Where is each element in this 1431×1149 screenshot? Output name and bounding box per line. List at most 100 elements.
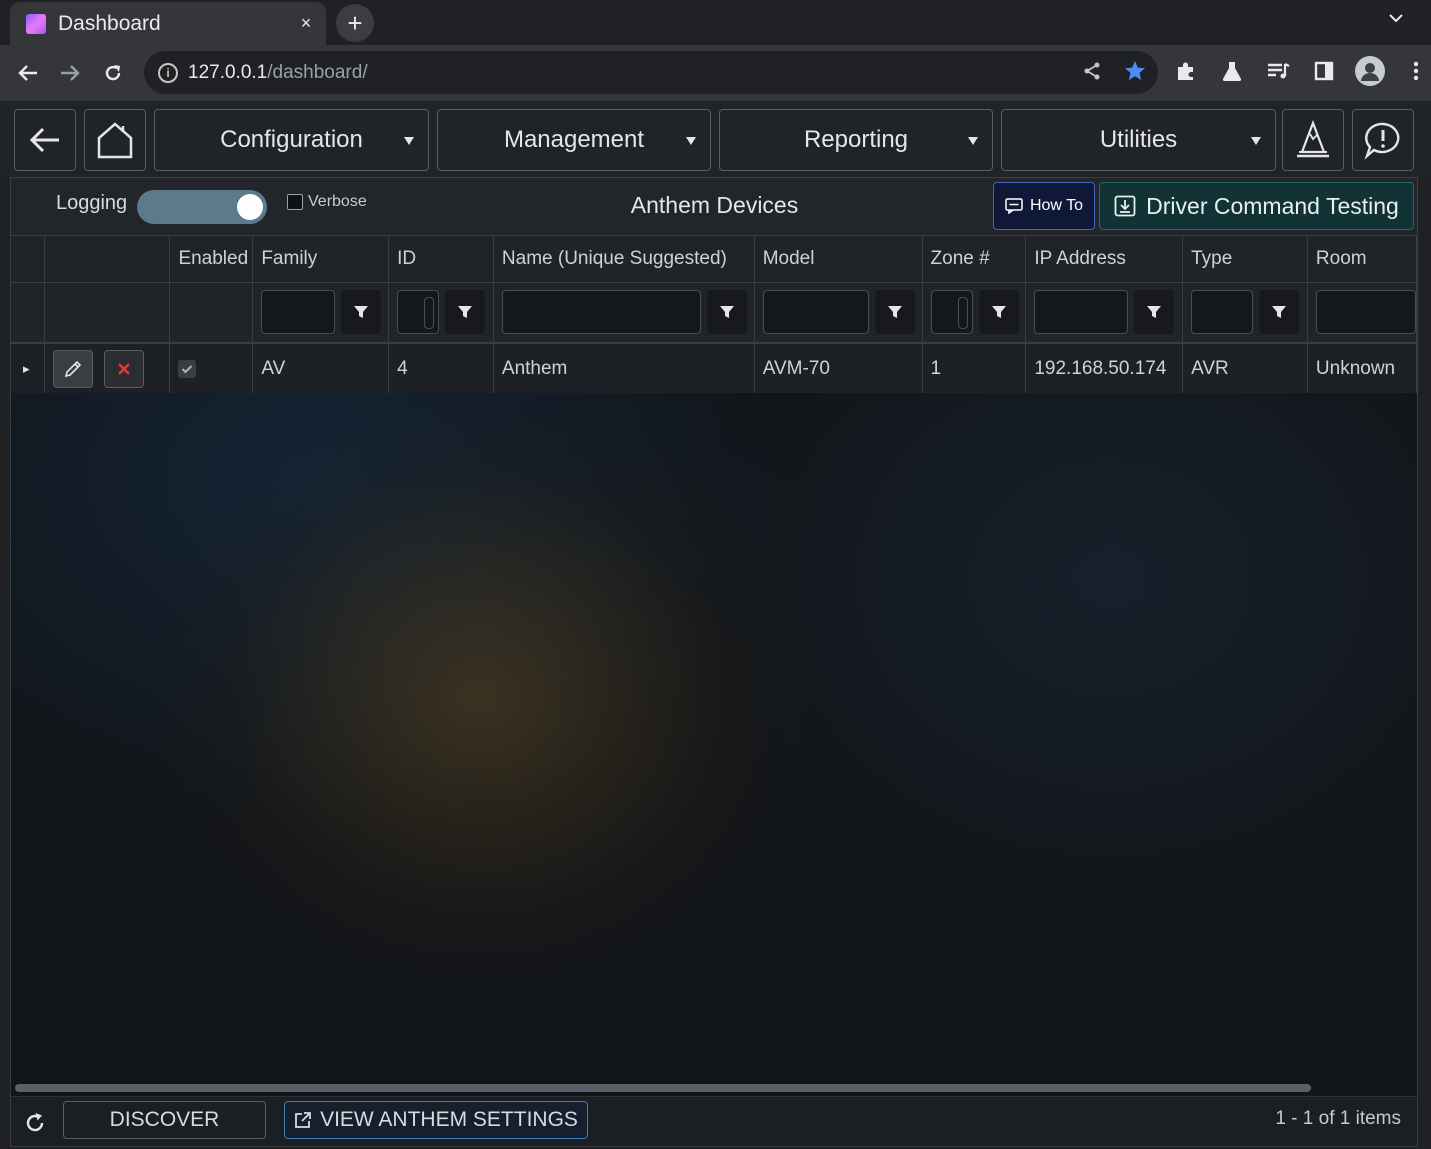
- view-anthem-settings-button[interactable]: VIEW ANTHEM SETTINGS: [284, 1101, 588, 1139]
- horizontal-scrollbar[interactable]: [15, 1084, 1311, 1092]
- col-header-actions: [44, 236, 171, 283]
- delete-row-button[interactable]: [104, 349, 145, 388]
- reload-icon[interactable]: [97, 57, 129, 89]
- refresh-icon: [26, 1113, 44, 1132]
- app-back-button[interactable]: [14, 109, 76, 171]
- chat-bubble-icon: [1005, 198, 1023, 214]
- menu-reporting[interactable]: Reporting: [719, 109, 993, 171]
- menu-configuration-label: Configuration: [220, 126, 363, 153]
- logging-switch[interactable]: [137, 190, 267, 224]
- funnel-icon: [458, 306, 473, 319]
- logging-switch-knob: [237, 194, 263, 220]
- extensions-puzzle-icon[interactable]: [1170, 55, 1202, 87]
- family-filter-input[interactable]: [261, 290, 336, 335]
- back-arrow-icon[interactable]: [12, 57, 44, 89]
- external-link-icon: [295, 1112, 311, 1128]
- ip-filter-button[interactable]: [1134, 290, 1175, 335]
- logging-label: Logging: [56, 192, 128, 214]
- funnel-icon: [354, 306, 369, 319]
- profile-avatar-icon[interactable]: [1354, 55, 1386, 87]
- menu-management[interactable]: Management: [437, 109, 711, 171]
- id-filter-button[interactable]: [445, 290, 486, 335]
- id-filter-input[interactable]: [397, 290, 440, 335]
- tab-search-chevron-icon[interactable]: [1389, 10, 1403, 28]
- site-info-icon[interactable]: i: [158, 62, 178, 83]
- model-filter-input[interactable]: [762, 290, 869, 335]
- tab-close-icon[interactable]: ×: [292, 10, 320, 38]
- funnel-icon: [719, 306, 734, 319]
- filter-cell-ip: [1025, 282, 1184, 344]
- filter-cell-id: [388, 282, 494, 344]
- media-queue-icon[interactable]: [1262, 55, 1294, 87]
- arrow-left-icon: [29, 127, 59, 153]
- menu-utilities[interactable]: Utilities: [1001, 109, 1276, 171]
- view-anthem-settings-label: VIEW ANTHEM SETTINGS: [320, 1108, 578, 1131]
- menu-reporting-label: Reporting: [803, 126, 909, 153]
- cell-enabled: [169, 343, 254, 393]
- zone-filter-input[interactable]: [930, 290, 973, 335]
- grid-footer: DISCOVER VIEW ANTHEM SETTINGS 1 - 1 of 1…: [11, 1096, 1417, 1146]
- type-filter-button[interactable]: [1259, 290, 1300, 335]
- edit-row-button[interactable]: [53, 349, 94, 388]
- col-header-room[interactable]: Room: [1307, 236, 1417, 283]
- grid-toolbar: Logging Verbose Anthem Devices How To Dr…: [11, 178, 1417, 236]
- col-header-ip[interactable]: IP Address: [1025, 236, 1184, 283]
- funnel-icon: [991, 306, 1006, 319]
- menu-configuration[interactable]: Configuration: [154, 109, 429, 171]
- filter-cell-name: [493, 282, 755, 344]
- cell-ip: 192.168.50.174: [1025, 343, 1184, 393]
- wizard-button[interactable]: [1282, 109, 1344, 171]
- url-path: /dashboard/: [267, 61, 368, 83]
- forward-arrow-icon[interactable]: [54, 57, 86, 89]
- row-actions: [44, 343, 171, 393]
- model-filter-button[interactable]: [874, 290, 915, 335]
- name-filter-input[interactable]: [501, 290, 701, 335]
- share-icon[interactable]: [1082, 61, 1102, 86]
- wizard-hat-icon: [1297, 120, 1329, 158]
- filter-cell-family: [252, 282, 390, 344]
- family-filter-button[interactable]: [341, 290, 382, 335]
- col-header-id[interactable]: ID: [388, 236, 494, 283]
- tab-title: Dashboard: [58, 11, 161, 35]
- refresh-button[interactable]: [21, 1109, 49, 1137]
- verbose-label: Verbose: [308, 193, 367, 210]
- driver-command-testing-button[interactable]: Driver Command Testing: [1099, 182, 1414, 230]
- alerts-button[interactable]: [1352, 109, 1414, 171]
- type-filter-input[interactable]: [1191, 290, 1254, 335]
- col-header-name[interactable]: Name (Unique Suggested): [493, 236, 755, 283]
- filter-cell-type: [1182, 282, 1308, 344]
- discover-button[interactable]: DISCOVER: [63, 1101, 266, 1139]
- labs-flask-icon[interactable]: [1216, 55, 1248, 87]
- devices-grid-panel: Logging Verbose Anthem Devices How To Dr…: [10, 177, 1418, 1147]
- col-header-type[interactable]: Type: [1182, 236, 1308, 283]
- new-tab-button[interactable]: +: [336, 4, 374, 42]
- name-filter-button[interactable]: [706, 290, 747, 335]
- col-header-enabled[interactable]: Enabled: [169, 236, 254, 283]
- verbose-checkbox[interactable]: [287, 194, 303, 210]
- cell-room: Unknown: [1307, 343, 1417, 393]
- cell-type: AVR: [1182, 343, 1308, 393]
- browser-menu-icon[interactable]: [1400, 55, 1431, 87]
- grid-title: Anthem Devices: [630, 192, 799, 218]
- bookmark-star-icon[interactable]: [1124, 60, 1146, 87]
- address-bar[interactable]: i 127.0.0.1/dashboard/: [144, 51, 1158, 94]
- funnel-icon: [1147, 306, 1162, 319]
- zone-filter-button[interactable]: [978, 290, 1019, 335]
- row-expand-toggle[interactable]: ▸: [11, 343, 46, 393]
- caret-down-icon: [404, 137, 414, 145]
- pager-info: 1 - 1 of 1 items: [1275, 1108, 1401, 1129]
- caret-down-icon: [968, 137, 978, 145]
- filter-cell-zone: [922, 282, 1027, 344]
- col-header-family[interactable]: Family: [252, 236, 390, 283]
- table-row[interactable]: ▸ AV 4 Anthem AVM-70 1 192.168.50.174 AV…: [11, 343, 1417, 393]
- col-header-model[interactable]: Model: [754, 236, 923, 283]
- room-filter-input[interactable]: [1315, 290, 1416, 335]
- how-to-button[interactable]: How To: [993, 182, 1095, 230]
- browser-tab[interactable]: Dashboard ×: [10, 2, 326, 45]
- side-panel-icon[interactable]: [1308, 55, 1340, 87]
- home-button[interactable]: [84, 109, 146, 171]
- filter-cell-model: [754, 282, 923, 344]
- home-icon: [97, 122, 133, 159]
- col-header-zone[interactable]: Zone #: [922, 236, 1027, 283]
- ip-filter-input[interactable]: [1034, 290, 1129, 335]
